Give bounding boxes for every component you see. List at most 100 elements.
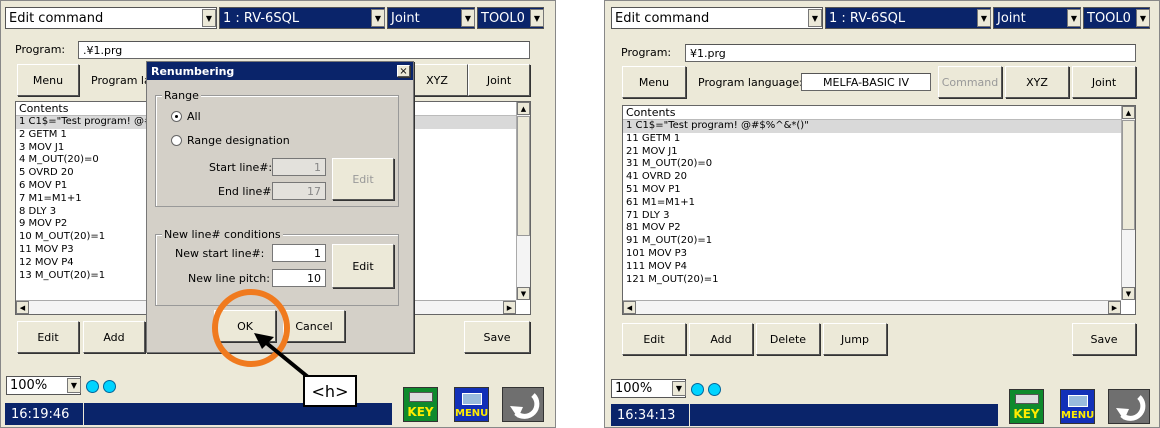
back-icon[interactable] bbox=[502, 387, 544, 422]
program-language-field: MELFA-BASIC IV bbox=[801, 73, 931, 91]
vertical-scrollbar[interactable]: ▲ ▼ bbox=[1121, 106, 1135, 300]
left-screen: Edit command ▼ 1 : RV-6SQL ▼ Joint ▼ TOO… bbox=[0, 0, 556, 428]
menu-button[interactable]: Menu bbox=[622, 66, 686, 98]
range-designation-radio[interactable] bbox=[171, 135, 182, 146]
list-item[interactable]: 91 M_OUT(20)=1 bbox=[623, 235, 1135, 248]
end-line-field[interactable]: 17 bbox=[272, 182, 326, 200]
dialog-titlebar: Renumbering bbox=[147, 62, 413, 80]
tool-dropdown-arrow[interactable]: ▼ bbox=[530, 9, 544, 27]
delete-button[interactable]: Delete bbox=[756, 323, 820, 355]
zoom-dropdown-arrow[interactable]: ▼ bbox=[672, 381, 686, 396]
zoom-value: 100% bbox=[615, 381, 653, 396]
range-group: Range All Range designation Start line#:… bbox=[155, 89, 399, 207]
jump-button[interactable]: Jump bbox=[823, 323, 887, 355]
status-led-2-icon bbox=[708, 383, 721, 396]
list-item[interactable]: 51 MOV P1 bbox=[623, 184, 1135, 197]
scroll-up-icon[interactable]: ▲ bbox=[1122, 106, 1135, 119]
all-radio-label: All bbox=[187, 110, 201, 123]
robot-dropdown-arrow[interactable]: ▼ bbox=[371, 9, 385, 27]
robot-select[interactable]: 1 : RV-6SQL bbox=[219, 7, 385, 29]
list-item[interactable]: 41 OVRD 20 bbox=[623, 171, 1135, 184]
robot-select[interactable]: 1 : RV-6SQL bbox=[825, 7, 991, 29]
dialog-title: Renumbering bbox=[151, 64, 235, 78]
right-screen: Edit command ▼ 1 : RV-6SQL ▼ Joint ▼ TOO… bbox=[604, 0, 1160, 428]
contents-header: Contents bbox=[623, 106, 1135, 120]
menu-icon[interactable]: MENU bbox=[1060, 389, 1095, 424]
mode-select-value: Edit command bbox=[9, 10, 104, 26]
tool-select-value: TOOL0 bbox=[481, 10, 525, 26]
keyboard-icon[interactable]: KEY bbox=[403, 387, 438, 422]
add-button[interactable]: Add bbox=[689, 323, 753, 355]
list-item[interactable]: 71 DLY 3 bbox=[623, 210, 1135, 223]
list-item[interactable]: 21 MOV J1 bbox=[623, 146, 1135, 159]
list-item[interactable]: 111 MOV P4 bbox=[623, 261, 1135, 274]
new-line-pitch-label: New line pitch: bbox=[188, 272, 270, 285]
list-item[interactable]: 61 M1=M1+1 bbox=[623, 197, 1135, 210]
menu-button[interactable]: Menu bbox=[17, 64, 79, 96]
joint-button[interactable]: Joint bbox=[1072, 66, 1136, 98]
keyboard-icon[interactable]: KEY bbox=[1009, 389, 1044, 424]
list-item[interactable]: 121 M_OUT(20)=1 bbox=[623, 274, 1135, 287]
all-radio[interactable] bbox=[171, 111, 182, 122]
end-line-label: End line#: bbox=[218, 185, 276, 198]
scroll-thumb[interactable] bbox=[1122, 120, 1135, 230]
list-item[interactable]: 11 GETM 1 bbox=[623, 133, 1135, 146]
horizontal-scrollbar[interactable]: ◀ ▶ bbox=[623, 300, 1121, 314]
list-item[interactable]: 31 M_OUT(20)=0 bbox=[623, 158, 1135, 171]
coord-dropdown-arrow[interactable]: ▼ bbox=[461, 9, 475, 27]
key-icon-label: KEY bbox=[1013, 407, 1040, 421]
joint-button[interactable]: Joint bbox=[468, 64, 530, 96]
range-designation-label: Range designation bbox=[187, 134, 290, 147]
list-item[interactable]: 81 MOV P2 bbox=[623, 222, 1135, 235]
scroll-left-icon[interactable]: ◀ bbox=[623, 301, 636, 314]
program-label: Program: bbox=[15, 43, 66, 56]
back-icon[interactable] bbox=[1108, 389, 1150, 424]
status-led-1-icon bbox=[691, 383, 704, 396]
edit-button[interactable]: Edit bbox=[622, 323, 686, 355]
status-led-1-icon bbox=[86, 380, 99, 393]
scroll-thumb[interactable] bbox=[517, 116, 530, 236]
mode-select[interactable]: Edit command bbox=[611, 7, 823, 29]
close-icon[interactable]: × bbox=[397, 65, 410, 77]
range-group-label: Range bbox=[162, 89, 201, 102]
coord-dropdown-arrow[interactable]: ▼ bbox=[1067, 9, 1081, 27]
program-language-label: Program la bbox=[91, 74, 151, 87]
status-led-2-icon bbox=[103, 380, 116, 393]
scroll-right-icon[interactable]: ▶ bbox=[1108, 301, 1121, 314]
xyz-button[interactable]: XYZ bbox=[406, 64, 468, 96]
save-button[interactable]: Save bbox=[464, 321, 530, 353]
mode-dropdown-arrow[interactable]: ▼ bbox=[202, 9, 216, 27]
new-line-pitch-field[interactable]: 10 bbox=[272, 269, 326, 287]
mode-select-value: Edit command bbox=[615, 10, 710, 26]
vertical-scrollbar[interactable]: ▲ ▼ bbox=[516, 102, 530, 300]
clock: 16:19:46 bbox=[5, 403, 83, 425]
start-line-field[interactable]: 1 bbox=[272, 158, 326, 176]
program-field[interactable]: ¥1.prg bbox=[685, 44, 1136, 62]
list-item[interactable]: 1 C1$="Test program! @#$%^&*()" bbox=[623, 120, 1135, 133]
new-start-line-field[interactable]: 1 bbox=[272, 244, 326, 262]
edit-button[interactable]: Edit bbox=[17, 321, 79, 353]
tool-dropdown-arrow[interactable]: ▼ bbox=[1136, 9, 1150, 27]
range-edit-button[interactable]: Edit bbox=[332, 158, 394, 200]
contents-list[interactable]: Contents 1 C1$="Test program! @#$%^&*()"… bbox=[622, 105, 1136, 315]
add-button[interactable]: Add bbox=[83, 321, 145, 353]
xyz-button[interactable]: XYZ bbox=[1005, 66, 1069, 98]
pointer-arrow-icon bbox=[254, 333, 310, 379]
scroll-down-icon[interactable]: ▼ bbox=[1122, 287, 1135, 300]
key-icon-label: KEY bbox=[407, 405, 434, 419]
conditions-edit-button[interactable]: Edit bbox=[332, 244, 394, 288]
scroll-left-icon[interactable]: ◀ bbox=[16, 301, 29, 314]
command-button[interactable]: Command bbox=[938, 66, 1002, 98]
menu-icon[interactable]: MENU bbox=[454, 387, 489, 422]
zoom-value: 100% bbox=[10, 378, 48, 393]
scroll-right-icon[interactable]: ▶ bbox=[503, 301, 516, 314]
zoom-dropdown-arrow[interactable]: ▼ bbox=[67, 378, 81, 393]
scroll-down-icon[interactable]: ▼ bbox=[517, 287, 530, 300]
program-field[interactable]: .¥1.prg bbox=[78, 41, 530, 59]
save-button[interactable]: Save bbox=[1072, 323, 1136, 355]
list-item[interactable]: 101 MOV P3 bbox=[623, 248, 1135, 261]
robot-dropdown-arrow[interactable]: ▼ bbox=[977, 9, 991, 27]
scroll-up-icon[interactable]: ▲ bbox=[517, 102, 530, 115]
mode-select[interactable]: Edit command bbox=[5, 7, 217, 29]
mode-dropdown-arrow[interactable]: ▼ bbox=[808, 9, 822, 27]
